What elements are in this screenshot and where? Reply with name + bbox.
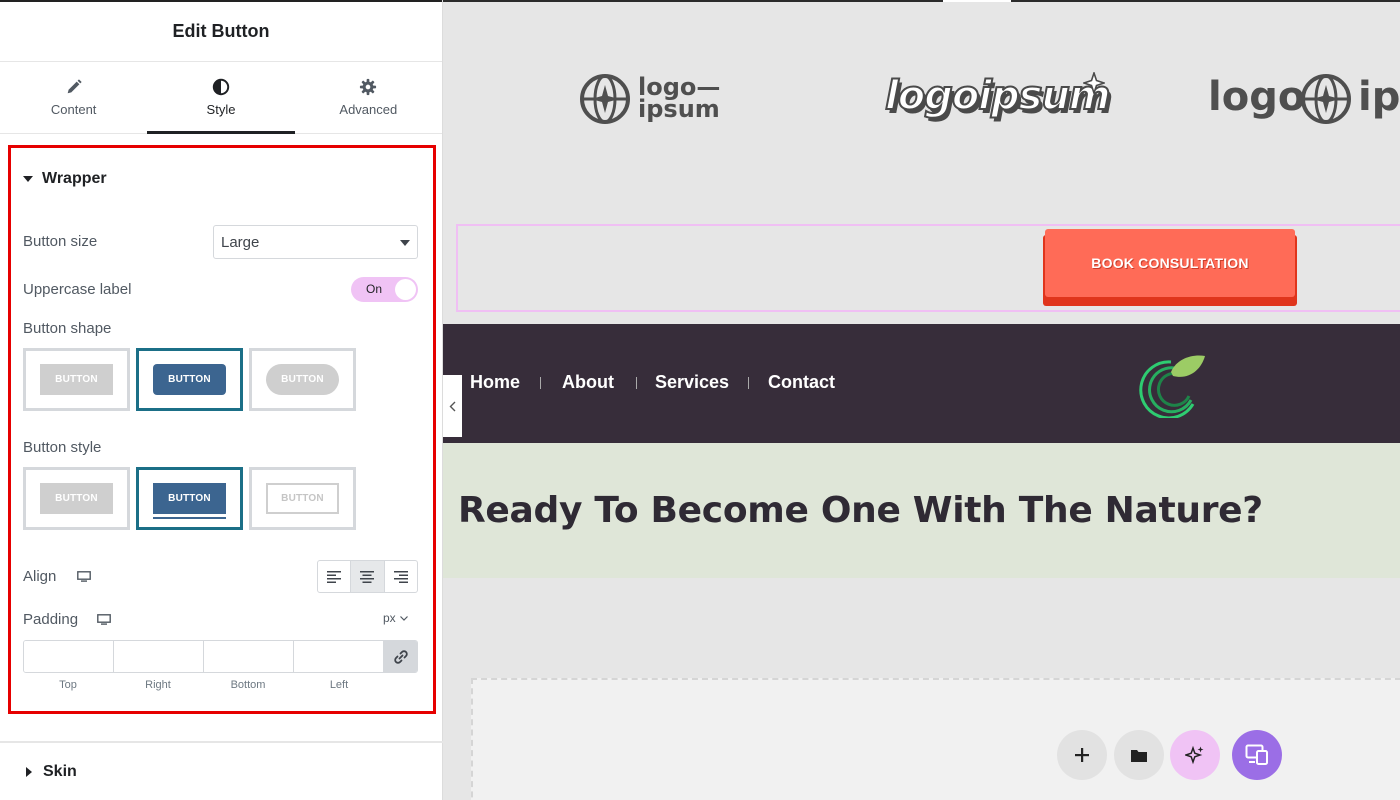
sparkle-logo-icon xyxy=(1083,72,1105,94)
ai-button[interactable] xyxy=(1170,730,1220,780)
panel-tabs: Content Style Advanced xyxy=(0,62,442,134)
button-shape-label: Button shape xyxy=(23,320,112,337)
style-option-flat[interactable]: BUTTON xyxy=(23,467,130,530)
responsive-mode-button[interactable] xyxy=(1232,730,1282,780)
editor-panel: Edit Button Content Style Advanced Wrapp… xyxy=(0,0,443,800)
tab-style[interactable]: Style xyxy=(147,62,295,134)
style-option-3d[interactable]: BUTTON xyxy=(136,467,243,530)
padding-bottom-input[interactable] xyxy=(204,641,294,672)
leaf-logo-icon[interactable] xyxy=(1131,352,1207,418)
desktop-icon[interactable] xyxy=(97,614,111,625)
panel-header: Edit Button xyxy=(0,0,442,62)
skin-section-title: Skin xyxy=(43,763,77,780)
book-consultation-button[interactable]: BOOK CONSULTATION xyxy=(1043,227,1297,306)
nav-contact[interactable]: Contact xyxy=(768,372,835,393)
button-size-select[interactable]: Large xyxy=(213,225,418,259)
padding-right-label: Right xyxy=(145,679,171,691)
plus-icon xyxy=(1075,748,1089,762)
align-center-button[interactable] xyxy=(351,561,385,592)
page-preview: logo— ipsum logoipsum logo ips BOOK CONS… xyxy=(443,0,1400,800)
caret-down-icon xyxy=(23,176,33,182)
shape-preview: BUTTON xyxy=(40,364,113,395)
align-right-icon xyxy=(393,570,408,583)
hero-title: Ready To Become One With The Nature? xyxy=(458,490,1263,531)
globe-logo-icon xyxy=(1301,74,1351,124)
half-circle-icon xyxy=(212,78,230,96)
sparkle-icon xyxy=(1185,745,1204,765)
style-preview: BUTTON xyxy=(40,483,113,514)
nav-separator xyxy=(540,377,541,389)
pencil-icon xyxy=(67,79,82,94)
logo-3-left: logo xyxy=(1208,74,1306,120)
globe-logo-icon xyxy=(580,74,630,124)
nav-separator xyxy=(636,377,637,389)
cta-label: BOOK CONSULTATION xyxy=(1045,229,1295,297)
style-preview: BUTTON xyxy=(153,483,226,514)
chevron-down-icon xyxy=(400,240,410,246)
gear-icon xyxy=(360,78,377,96)
tab-content-label: Content xyxy=(50,102,97,117)
logo-2: logoipsum xyxy=(884,72,1112,120)
responsive-icon xyxy=(1245,744,1268,765)
template-library-button[interactable] xyxy=(1114,730,1164,780)
shape-preview: BUTTON xyxy=(153,364,226,395)
button-size-label: Button size xyxy=(23,233,98,250)
caret-right-icon xyxy=(26,767,32,777)
align-control xyxy=(317,560,418,593)
nav-separator xyxy=(748,377,749,389)
shape-option-pill[interactable]: BUTTON xyxy=(249,348,356,411)
logo-3-right: ips xyxy=(1358,74,1400,120)
toggle-state: On xyxy=(366,282,383,296)
padding-top-input[interactable] xyxy=(24,641,114,672)
shape-option-rounded[interactable]: BUTTON xyxy=(136,348,243,411)
section-wrapper-toggle[interactable]: Wrapper xyxy=(23,170,107,188)
section-skin-toggle[interactable]: Skin xyxy=(26,763,77,781)
chevron-left-icon xyxy=(449,401,456,411)
unit-selector[interactable]: px xyxy=(383,611,408,625)
shape-preview: BUTTON xyxy=(266,364,339,395)
padding-inputs xyxy=(23,640,418,673)
logo-1-line2: ipsum xyxy=(638,95,720,123)
tab-content[interactable]: Content xyxy=(0,62,147,133)
button-style-label: Button style xyxy=(23,439,102,456)
collapse-panel-button[interactable] xyxy=(443,375,462,437)
uppercase-label: Uppercase label xyxy=(23,281,132,298)
tab-advanced[interactable]: Advanced xyxy=(295,62,442,133)
nav-about[interactable]: About xyxy=(562,372,614,393)
top-border-gap xyxy=(943,0,1011,2)
tab-style-label: Style xyxy=(206,102,236,117)
top-border xyxy=(443,0,1400,2)
chevron-down-icon xyxy=(399,615,408,621)
link-values-button[interactable] xyxy=(384,641,417,672)
button-size-value: Large xyxy=(221,233,260,251)
padding-left-input[interactable] xyxy=(294,641,384,672)
nav-services[interactable]: Services xyxy=(655,372,729,393)
padding-left-label: Left xyxy=(329,679,349,691)
panel-title: Edit Button xyxy=(172,21,270,41)
link-icon xyxy=(393,649,408,664)
section-title: Wrapper xyxy=(42,170,107,187)
tab-advanced-label: Advanced xyxy=(339,102,398,117)
padding-right-input[interactable] xyxy=(114,641,204,672)
padding-label: Padding xyxy=(23,611,79,628)
folder-icon xyxy=(1131,749,1147,762)
style-option-outline[interactable]: BUTTON xyxy=(249,467,356,530)
align-left-icon xyxy=(327,570,342,583)
align-right-button[interactable] xyxy=(385,561,417,592)
desktop-icon[interactable] xyxy=(77,571,91,582)
nav-home[interactable]: Home xyxy=(470,372,520,393)
padding-top-label: Top xyxy=(59,679,77,691)
divider xyxy=(0,741,443,743)
toggle-knob xyxy=(395,279,416,300)
align-left-button[interactable] xyxy=(318,561,352,592)
padding-bottom-label: Bottom xyxy=(230,679,266,691)
unit-value: px xyxy=(383,611,396,625)
add-section-button[interactable] xyxy=(1057,730,1107,780)
uppercase-toggle[interactable]: On xyxy=(351,277,418,302)
style-preview: BUTTON xyxy=(266,483,339,514)
align-label: Align xyxy=(23,568,57,585)
shape-option-square[interactable]: BUTTON xyxy=(23,348,130,411)
align-center-icon xyxy=(360,570,375,583)
